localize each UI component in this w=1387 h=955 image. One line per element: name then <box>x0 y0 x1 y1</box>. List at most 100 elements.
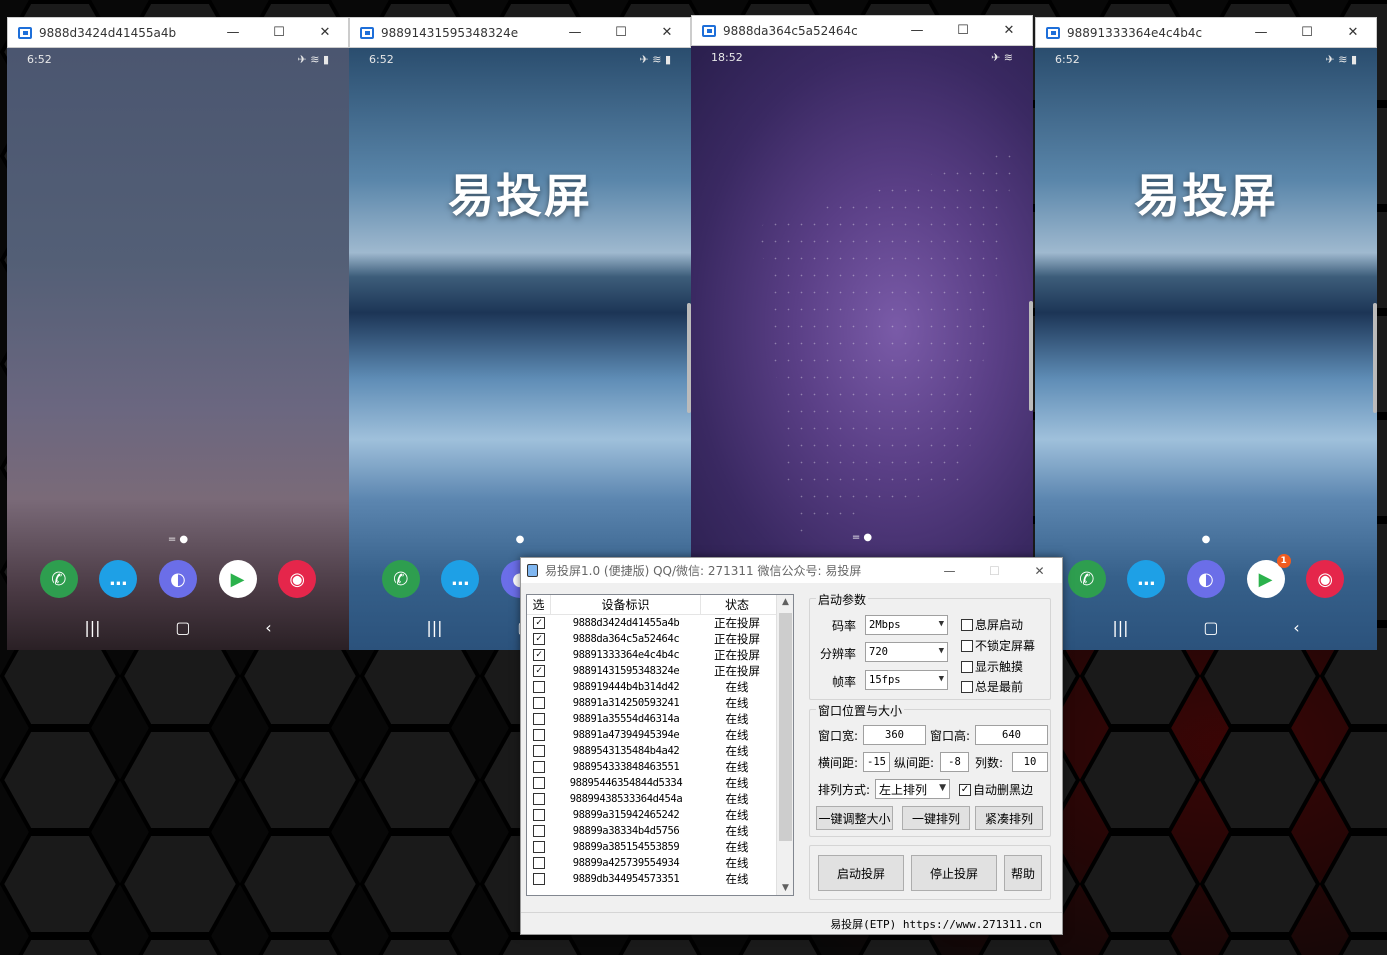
messages-app-icon[interactable]: … <box>441 560 480 598</box>
col-status[interactable]: 状态 <box>701 595 773 614</box>
fps-select[interactable]: 15fps ▼ <box>865 670 948 690</box>
row-checkbox[interactable] <box>527 873 551 885</box>
row-checkbox[interactable] <box>527 777 551 789</box>
hgap-input[interactable]: -15 <box>863 752 890 772</box>
sort-select[interactable]: 左上排列 ▼ <box>875 779 950 799</box>
row-checkbox[interactable] <box>527 793 551 805</box>
no-lock-checkbox[interactable]: 不锁定屏幕 <box>961 637 1035 654</box>
row-checkbox[interactable]: ✓ <box>527 617 551 629</box>
list-item[interactable]: ✓ 98891333364e4c4b4c 正在投屏 <box>527 647 793 663</box>
list-item[interactable]: 98899a38334b4d5756 在线 <box>527 823 793 839</box>
list-item[interactable]: 988919444b4b314d42 在线 <box>527 679 793 695</box>
col-select[interactable]: 选 <box>527 595 551 614</box>
start-cast-button[interactable]: 启动投屏 <box>818 855 904 891</box>
resize-all-button[interactable]: 一键调整大小 <box>816 806 893 830</box>
scrollbar[interactable]: ▲ ▼ <box>776 595 793 895</box>
recents-icon[interactable]: ||| <box>1112 618 1128 637</box>
row-checkbox[interactable]: ✓ <box>527 665 551 677</box>
row-checkbox[interactable]: ✓ <box>527 649 551 661</box>
scroll-thumb[interactable] <box>779 613 792 841</box>
compact-arrange-button[interactable]: 紧凑排列 <box>975 806 1043 830</box>
list-item[interactable]: 98899a315942465242 在线 <box>527 807 793 823</box>
phone-screen[interactable]: 18:52 ✈ ≋ = ● <box>691 46 1033 560</box>
phone-app-icon[interactable]: ✆ <box>381 560 420 598</box>
phone-window-1[interactable]: 9888d3424d41455a4b — ☐ ✕ 6:52 ✈ ≋ ▮ = ● ✆… <box>7 17 349 650</box>
row-checkbox[interactable] <box>527 697 551 709</box>
window-titlebar[interactable]: 9888d3424d41455a4b — ☐ ✕ <box>7 17 349 48</box>
internet-app-icon[interactable]: ◐ <box>1186 560 1225 598</box>
minimize-button[interactable]: — <box>927 564 972 578</box>
vgap-input[interactable]: -8 <box>940 752 969 772</box>
home-icon[interactable]: ▢ <box>1203 618 1218 637</box>
phone-window-4[interactable]: 98891333364e4c4b4c — ☐ ✕ 6:52 ✈ ≋ ▮ 易投屏 ●… <box>1035 17 1377 650</box>
resolution-select[interactable]: 720 ▼ <box>865 642 948 662</box>
close-button[interactable]: ✕ <box>986 23 1032 38</box>
home-icon[interactable]: ▢ <box>175 618 190 637</box>
internet-app-icon[interactable]: ◐ <box>158 560 197 598</box>
close-button[interactable]: ✕ <box>1330 25 1376 40</box>
row-checkbox[interactable] <box>527 729 551 741</box>
list-item[interactable]: 98891a314250593241 在线 <box>527 695 793 711</box>
maximize-button[interactable]: ☐ <box>1284 25 1330 40</box>
row-checkbox[interactable]: ✓ <box>527 633 551 645</box>
screen-off-checkbox[interactable]: 息屏启动 <box>961 616 1023 633</box>
list-item[interactable]: 98895446354844d5334 在线 <box>527 775 793 791</box>
width-input[interactable]: 360 <box>863 725 926 745</box>
row-checkbox[interactable] <box>527 857 551 869</box>
phone-window-3[interactable]: 9888da364c5a52464c — ☐ ✕ 18:52 ✈ ≋ = ● <box>691 15 1033 560</box>
dialog-titlebar[interactable]: 易投屏1.0 (便捷版) QQ/微信: 271311 微信公众号: 易投屏 — … <box>521 558 1062 583</box>
list-item[interactable]: 98899a385154553859 在线 <box>527 839 793 855</box>
window-titlebar[interactable]: 98891333364e4c4b4c — ☐ ✕ <box>1035 17 1377 48</box>
phone-screen[interactable]: 6:52 ✈ ≋ ▮ 易投屏 ● ✆ … ◐ ▶ 1 ◉ ||| ▢ ‹ <box>1035 48 1377 650</box>
recents-icon[interactable]: ||| <box>426 618 442 637</box>
minimize-button[interactable]: — <box>1238 25 1284 40</box>
edge-panel-handle[interactable] <box>1373 303 1377 413</box>
close-button[interactable]: ✕ <box>644 25 690 40</box>
maximize-button[interactable]: ☐ <box>598 25 644 40</box>
minimize-button[interactable]: — <box>552 25 598 40</box>
bitrate-select[interactable]: 2Mbps ▼ <box>865 615 948 635</box>
window-titlebar[interactable]: 9888da364c5a52464c — ☐ ✕ <box>691 15 1033 46</box>
minimize-button[interactable]: — <box>894 23 940 38</box>
height-input[interactable]: 640 <box>975 725 1048 745</box>
col-device[interactable]: 设备标识 <box>551 595 701 614</box>
cols-input[interactable]: 10 <box>1012 752 1048 772</box>
always-top-checkbox[interactable]: 总是最前 <box>961 678 1023 695</box>
list-item[interactable]: 98891a35554d46314a 在线 <box>527 711 793 727</box>
list-item[interactable]: 988954333848463551 在线 <box>527 759 793 775</box>
list-item[interactable]: 9889543135484b4a42 在线 <box>527 743 793 759</box>
camera-app-icon[interactable]: ◉ <box>1306 560 1345 598</box>
list-item[interactable]: 98899438533364d454a 在线 <box>527 791 793 807</box>
row-checkbox[interactable] <box>527 809 551 821</box>
phone-window-2[interactable]: 98891431595348324e — ☐ ✕ 6:52 ✈ ≋ ▮ 易投屏 ●… <box>349 17 691 650</box>
phone-screen[interactable]: 6:52 ✈ ≋ ▮ = ● ✆ … ◐ ▶ ◉ ||| ▢ ‹ <box>7 48 349 650</box>
row-checkbox[interactable] <box>527 713 551 725</box>
camera-app-icon[interactable]: ◉ <box>278 560 317 598</box>
help-button[interactable]: 帮助 <box>1004 855 1042 891</box>
scroll-up-arrow[interactable]: ▲ <box>777 597 793 607</box>
play-store-icon[interactable]: ▶ 1 <box>1246 554 1291 598</box>
control-dialog[interactable]: 易投屏1.0 (便捷版) QQ/微信: 271311 微信公众号: 易投屏 — … <box>520 557 1063 935</box>
phone-app-icon[interactable]: ✆ <box>39 560 78 598</box>
list-item[interactable]: ✓ 9888d3424d41455a4b 正在投屏 <box>527 615 793 631</box>
list-item[interactable]: 98899a425739554934 在线 <box>527 855 793 871</box>
close-button[interactable]: ✕ <box>1017 564 1062 578</box>
maximize-button[interactable]: ☐ <box>256 25 302 40</box>
minimize-button[interactable]: — <box>210 25 256 40</box>
play-store-icon[interactable]: ▶ <box>218 560 257 598</box>
phone-app-icon[interactable]: ✆ <box>1067 560 1106 598</box>
row-checkbox[interactable] <box>527 761 551 773</box>
edge-panel-handle[interactable] <box>1029 301 1033 411</box>
close-button[interactable]: ✕ <box>302 25 348 40</box>
show-touch-checkbox[interactable]: 显示触摸 <box>961 658 1023 675</box>
row-checkbox[interactable] <box>527 681 551 693</box>
maximize-button[interactable]: ☐ <box>940 23 986 38</box>
auto-trim-checkbox[interactable]: ✓ 自动删黑边 <box>959 781 1033 798</box>
list-item[interactable]: 9889db344954573351 在线 <box>527 871 793 887</box>
recents-icon[interactable]: ||| <box>84 618 100 637</box>
window-titlebar[interactable]: 98891431595348324e — ☐ ✕ <box>349 17 691 48</box>
device-list[interactable]: 选 设备标识 状态 ✓ 9888d3424d41455a4b 正在投屏 ✓ 9888da… <box>526 594 794 896</box>
back-icon[interactable]: ‹ <box>1293 618 1299 637</box>
messages-app-icon[interactable]: … <box>99 560 138 598</box>
messages-app-icon[interactable]: … <box>1127 560 1166 598</box>
